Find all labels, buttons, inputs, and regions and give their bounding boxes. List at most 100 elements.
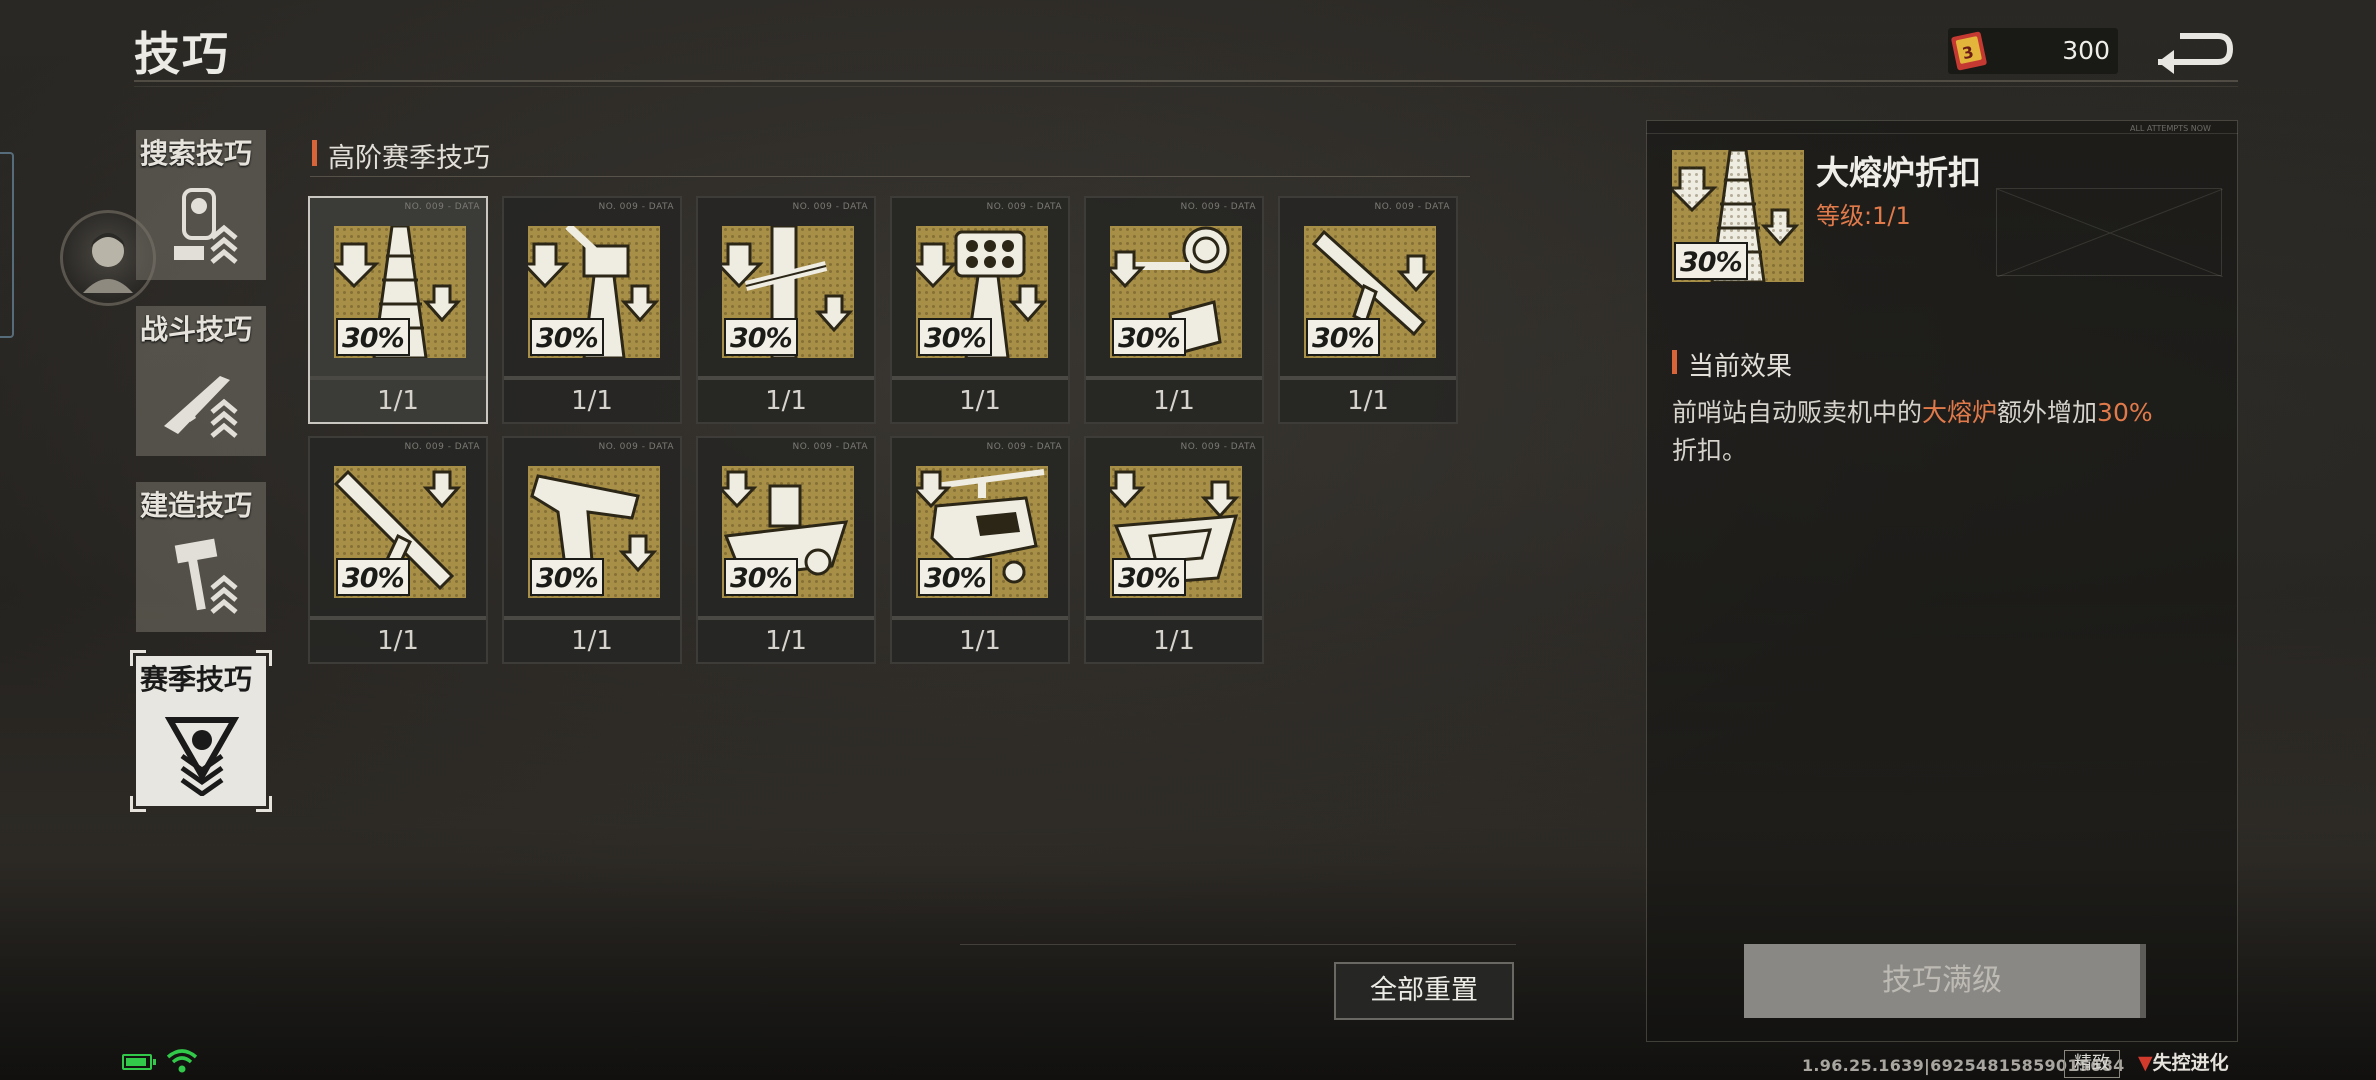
discount-badge: 30% [1306,318,1380,356]
discount-badge: 30% [1674,242,1748,280]
skill-level: 1/1 [959,386,1001,416]
section-accent-bar [312,140,317,166]
skill-tag: NO. 009 - DATA [792,202,868,212]
skill-card-furnace[interactable]: NO. 009 - DATA 30% 1/1 [308,196,488,424]
level-strip [504,376,680,380]
discount-badge: 30% [724,318,798,356]
skill-image: 30% [916,466,1048,598]
level-strip [1086,616,1262,620]
effect-suffix: 折扣。 [1672,436,1748,465]
search-skill-icon [174,188,238,264]
skill-tag: NO. 009 - DATA [598,202,674,212]
game-logo: ▼失控进化 [2138,1048,2229,1075]
selection-bracket [130,650,146,666]
discount-badge: 30% [918,318,992,356]
skill-level: 1/1 [959,626,1001,656]
skill-level: 1/1 [377,626,419,656]
skill-card-speedboat[interactable]: NO. 009 - DATA 30% 1/1 [1084,436,1264,664]
skill-level: 1/1 [1153,386,1195,416]
skill-tag: NO. 009 - DATA [404,202,480,212]
effect-prefix: 前哨站自动贩卖机中的 [1672,398,1923,427]
skill-image: 30% [334,226,466,358]
selection-bracket [256,650,272,666]
back-button[interactable] [2150,22,2236,76]
header-divider-thin [134,86,2238,87]
level-strip [698,616,874,620]
detail-title: 大熔炉折扣 [1816,153,1981,192]
skill-image: 30% [916,226,1048,358]
skill-level: 1/1 [571,386,613,416]
reset-all-button[interactable]: 全部重置 [1334,962,1514,1020]
skill-level: 1/1 [377,386,419,416]
max-level-button[interactable]: 技巧满级 [1744,944,2140,1018]
discount-badge: 30% [336,558,410,596]
skill-card-turret[interactable]: NO. 009 - DATA 30% 1/1 [502,196,682,424]
game-logo-text: 失控进化 [2152,1052,2229,1074]
skill-level: 1/1 [571,626,613,656]
sidebar-item-label: 建造技巧 [140,489,253,522]
skill-image: 30% [1304,226,1436,358]
skill-card-helicopter[interactable]: NO. 009 - DATA 30% 1/1 [890,436,1070,664]
skill-card-wrench[interactable]: NO. 009 - DATA 30% 1/1 [696,196,876,424]
discount-badge: 30% [1112,558,1186,596]
quality-setting-button[interactable]: 精致 [2064,1050,2120,1078]
selection-bracket [130,796,146,812]
skill-card-rifle[interactable]: NO. 009 - DATA 30% 1/1 [308,436,488,664]
discount-badge: 30% [530,318,604,356]
detail-level: 等级:1/1 [1816,202,1911,230]
currency-value: 300 [2062,36,2110,65]
skill-tag: NO. 009 - DATA [1374,202,1450,212]
side-drawer-handle[interactable] [0,152,14,338]
skill-card-rocket[interactable]: NO. 009 - DATA 30% 1/1 [890,196,1070,424]
effect-title: 当前效果 [1688,352,1793,382]
effect-accent-bar [1672,350,1677,374]
skill-image: 30% [334,466,466,598]
panel-tag: ALL ATTEMPTS NOW [2130,124,2211,133]
page-title: 技巧 [134,27,230,81]
skill-image: 30% [722,466,854,598]
sidebar-item-label: 战斗技巧 [140,313,253,346]
skill-image: 30% [722,226,854,358]
skill-tag: NO. 009 - DATA [1180,442,1256,452]
level-strip [310,616,486,620]
hammer-icon [174,538,238,614]
skill-tag: NO. 009 - DATA [404,442,480,452]
discount-badge: 30% [724,558,798,596]
rifle-icon [164,376,238,438]
skill-image: 30% [528,466,660,598]
skill-card-pistol[interactable]: NO. 009 - DATA 30% 1/1 [502,436,682,664]
sidebar-item-combat[interactable]: 战斗技巧 [136,306,266,456]
level-strip [892,376,1068,380]
level-strip [1086,376,1262,380]
skill-tag: NO. 009 - DATA [986,202,1062,212]
sidebar-item-season[interactable]: 赛季技巧 [130,650,272,812]
skill-image: 30% [1110,226,1242,358]
decorative-frame [1996,188,2223,277]
skill-book-icon: 3 [1948,28,1994,74]
discount-badge: 30% [530,558,604,596]
header-divider [134,80,2238,82]
level-strip [504,616,680,620]
sidebar-item-label: 赛季技巧 [140,663,253,696]
skill-level: 1/1 [765,626,807,656]
skill-card-boat[interactable]: NO. 009 - DATA 30% 1/1 [696,436,876,664]
skill-image: 30% [1110,466,1242,598]
level-strip [310,376,486,380]
skill-level: 1/1 [1153,626,1195,656]
effect-value: 30% [2097,398,2153,427]
detail-skill-image: 30% [1672,150,1804,282]
sidebar-item-search[interactable]: 搜索技巧 [136,130,266,280]
skill-card-machinegun[interactable]: NO. 009 - DATA 30% 1/1 [1278,196,1458,424]
wifi-icon [166,1049,198,1073]
button-edge [2140,944,2146,1018]
level-strip [698,376,874,380]
skill-tag: NO. 009 - DATA [792,442,868,452]
sidebar-item-build[interactable]: 建造技巧 [136,482,266,632]
effect-highlight: 大熔炉 [1922,398,1998,427]
skill-level: 1/1 [1347,386,1389,416]
logo-mark-icon: ▼ [2138,1052,2153,1074]
skill-card-searchlight[interactable]: NO. 009 - DATA 30% 1/1 [1084,196,1264,424]
level-strip [892,616,1068,620]
skill-tag: NO. 009 - DATA [1180,202,1256,212]
skill-level: 1/1 [765,386,807,416]
